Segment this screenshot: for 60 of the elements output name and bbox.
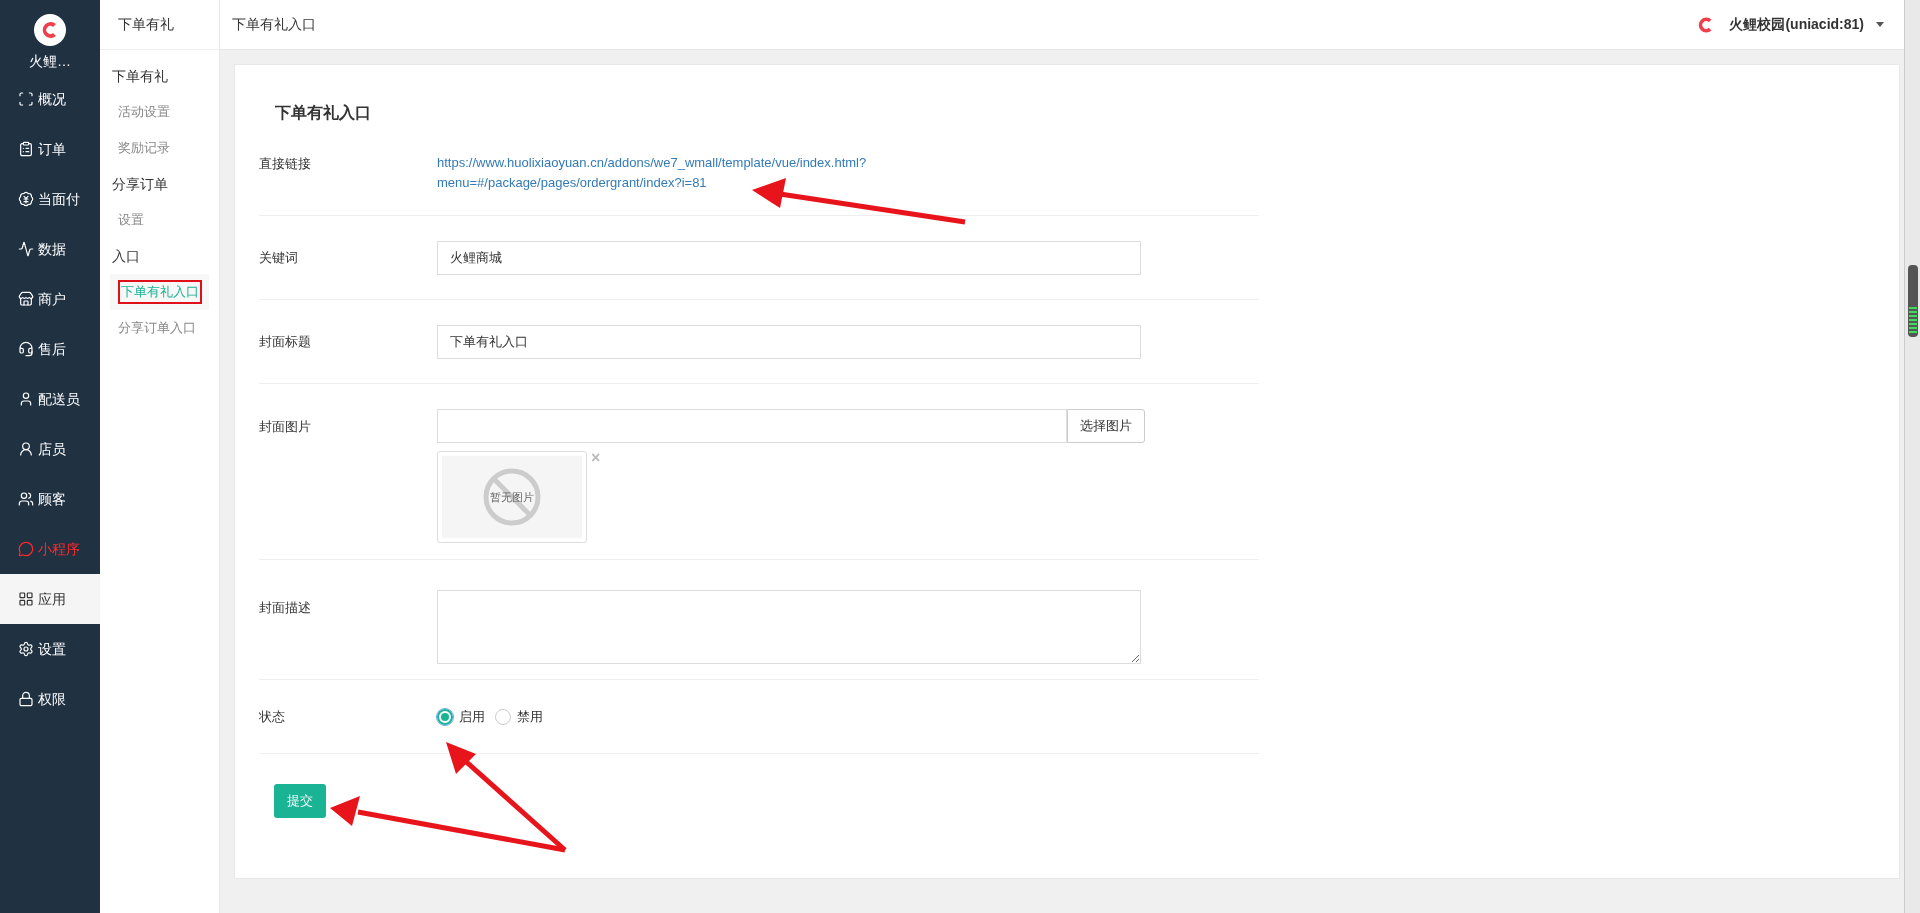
person-icon — [18, 441, 34, 457]
submenu-item[interactable]: 设置 — [110, 202, 209, 238]
submenu-item[interactable]: 活动设置 — [110, 94, 209, 130]
account-menu[interactable]: 火鲤校园(uniacid:81) — [1695, 13, 1884, 36]
nav-item[interactable]: 当面付 — [0, 174, 100, 224]
field-label: 直接链接 — [259, 155, 312, 173]
lock-icon — [18, 691, 34, 707]
scrollbar-thumb[interactable] — [1908, 265, 1918, 337]
image-url-input[interactable] — [437, 409, 1067, 443]
caret-icon — [1876, 22, 1884, 27]
field-label: 状态 — [259, 707, 286, 726]
field-label: 关键词 — [259, 248, 299, 267]
nav-item[interactable]: 顾客 — [0, 474, 100, 524]
logo-icon — [34, 14, 66, 46]
choose-image-button[interactable]: 选择图片 — [1067, 409, 1145, 443]
document-icon — [18, 141, 34, 157]
form-heading: 下单有礼入口 — [274, 103, 372, 123]
yen-icon — [18, 191, 34, 207]
text-input[interactable]: 火鲤商城 — [437, 240, 1141, 275]
nav-item[interactable]: 订单 — [0, 124, 100, 174]
menu-group-title: 分享订单 — [111, 174, 169, 194]
menu-group-title: 入口 — [111, 246, 141, 266]
radio-label: 禁用 — [517, 707, 543, 726]
field-label: 封面图片 — [259, 418, 312, 436]
description-textarea[interactable] — [437, 590, 1141, 664]
nav-item[interactable]: 商户 — [0, 274, 100, 324]
submenu-item[interactable]: 奖励记录 — [110, 130, 209, 166]
field-label: 封面描述 — [259, 599, 312, 617]
store-icon — [18, 291, 34, 307]
nav-item[interactable]: 概况 — [0, 74, 100, 124]
nav-item[interactable]: 应用 — [0, 574, 100, 624]
submenu-item[interactable]: 分享订单入口 — [110, 310, 209, 346]
grid-icon — [18, 591, 34, 607]
direct-link[interactable]: https://www.huolixiaoyuan.cn/addons/we7_wmall/template/vue/index.html? — [437, 153, 867, 173]
person-icon — [18, 391, 34, 407]
radio-button[interactable] — [437, 708, 453, 725]
nav-item[interactable]: 数据 — [0, 224, 100, 274]
sub-sidebar-title: 下单有礼 — [100, 0, 219, 50]
nav-item[interactable]: 权限 — [0, 674, 100, 724]
nav-item[interactable]: 配送员 — [0, 374, 100, 424]
nav-item[interactable]: 售后 — [0, 324, 100, 374]
radio-button[interactable] — [495, 708, 511, 725]
radio-label: 启用 — [459, 707, 485, 726]
direct-link[interactable]: menu=#/package/pages/ordergrant/index?i=81 — [437, 173, 867, 193]
chart-line-icon — [18, 241, 34, 257]
nav-item[interactable]: 设置 — [0, 624, 100, 674]
settings-icon — [18, 641, 34, 657]
no-image-icon — [482, 467, 542, 527]
nav-item[interactable]: 店员 — [0, 424, 100, 474]
nav-item[interactable]: 小程序 — [0, 524, 100, 574]
field-label: 封面标题 — [259, 332, 312, 351]
menu-group-title: 下单有礼 — [111, 66, 169, 86]
chat-bubble-icon — [18, 541, 34, 557]
page-title: 下单有礼入口 — [232, 15, 316, 34]
scan-frame-icon — [18, 91, 34, 107]
headset-icon — [18, 341, 34, 357]
text-input[interactable]: 下单有礼入口 — [437, 324, 1141, 359]
brand-name: 火鲤… — [29, 52, 71, 71]
no-image-text: 暂无图片 — [490, 489, 534, 505]
people-icon — [18, 491, 34, 507]
